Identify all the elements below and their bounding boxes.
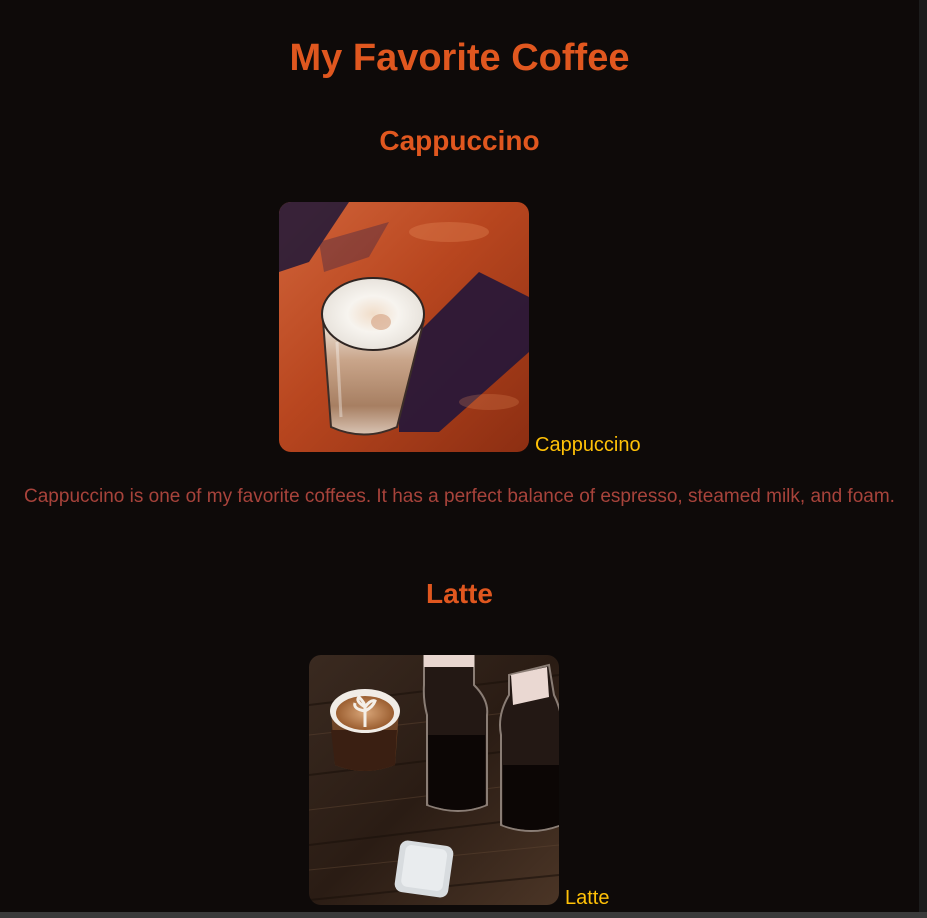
section-heading-cappuccino: Cappuccino bbox=[379, 125, 540, 156]
window-right-edge bbox=[919, 0, 927, 918]
page-content: My Favorite Coffee Cappuccino Cappuccino… bbox=[0, 0, 919, 912]
cappuccino-description: Cappuccino is one of my favorite coffees… bbox=[24, 486, 895, 507]
cappuccino-photo bbox=[279, 202, 529, 452]
section-heading-latte: Latte bbox=[426, 578, 493, 609]
latte-caption: Latte bbox=[565, 887, 610, 909]
latte-photo bbox=[309, 655, 559, 905]
page-title: My Favorite Coffee bbox=[289, 37, 630, 79]
cappuccino-caption: Cappuccino bbox=[535, 434, 641, 456]
window-bottom-edge bbox=[0, 912, 927, 918]
